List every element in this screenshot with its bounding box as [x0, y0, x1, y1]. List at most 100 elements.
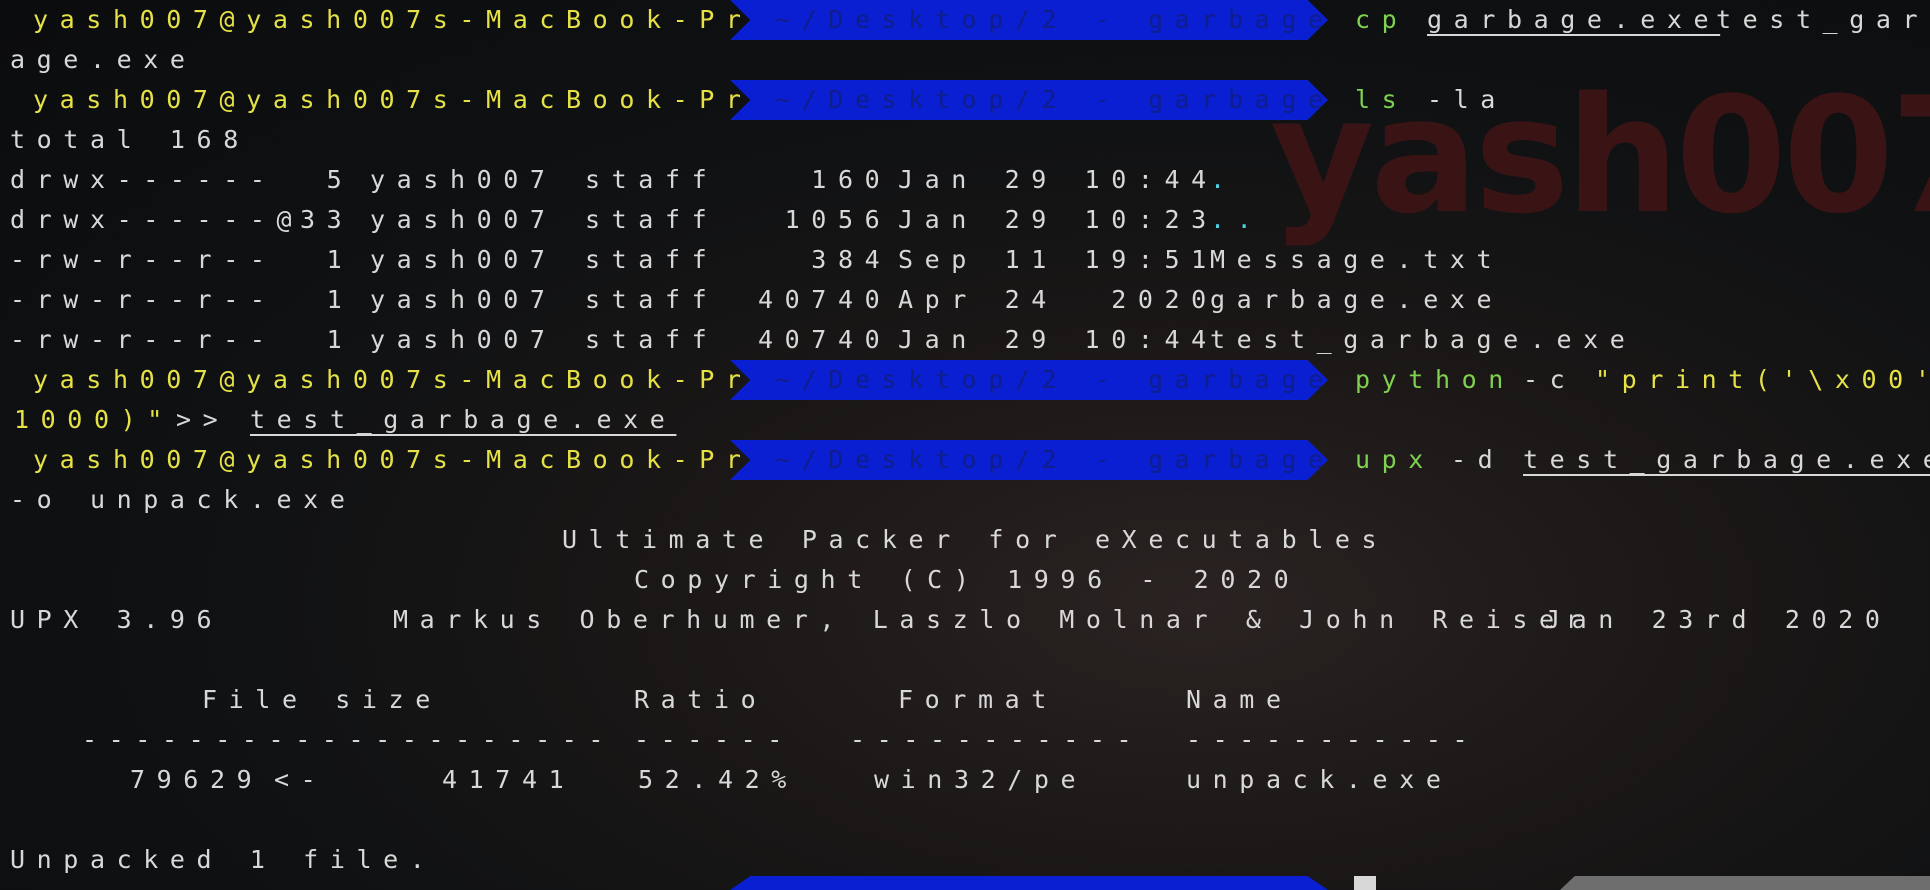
ls-links: 1	[300, 285, 354, 314]
ls-name: Message.txt	[1210, 245, 1504, 274]
ls-perm: drwx------@	[10, 205, 304, 234]
upx-authors: Markus Oberhumer, Laszlo Molnar & John R…	[393, 605, 1593, 634]
ls-size: 384	[758, 245, 892, 274]
col-ratio: Ratio	[634, 685, 768, 714]
output-line: Unpacked 1 file.	[0, 840, 1930, 880]
prompt-path-segment: ~/Desktop/2 - garbage	[730, 0, 1328, 40]
ls-group: staff	[585, 325, 719, 354]
upx-title: Ultimate Packer for eXecutables	[562, 525, 1389, 554]
command-name: cp	[1355, 5, 1409, 34]
wrapped-text: age.exe	[10, 45, 197, 74]
prompt-host: yash007@yash007s-MacBook-Pro	[33, 445, 780, 474]
upx-table-rule: -------------------- ------ ----------- …	[0, 720, 1930, 760]
col-name: Name	[1186, 685, 1293, 714]
upx-table-row: 79629 <- 41741 52.42% win32/pe unpack.ex…	[0, 760, 1930, 800]
ls-user: yash007	[370, 165, 557, 194]
command-string: "print('\x00'*	[1595, 365, 1930, 394]
prompt-path-segment: ~/Desktop/2 - garbage	[730, 360, 1328, 400]
ls-date: Sep 11 19:51	[898, 245, 1218, 274]
ls-date: Jan 29 10:44	[898, 325, 1218, 354]
output-line: Ultimate Packer for eXecutables	[0, 520, 1930, 560]
prompt-line: yash007@yash007s-MacBook-Pro ~/Desktop/2…	[0, 80, 1930, 120]
prompt-path-segment: ~/Desktop/2 - garbage	[730, 440, 1328, 480]
redirect-operator: >>	[176, 405, 230, 434]
output-line: UPX 3.96 Markus Oberhumer, Laszlo Molnar…	[0, 600, 1930, 640]
arrow: <-	[274, 765, 328, 794]
ls-size: 160	[758, 165, 892, 194]
ls-group: staff	[585, 285, 719, 314]
prompt-line: yash007@yash007s-MacBook-Pro ~/Desktop/2…	[0, 440, 1930, 480]
upx-version: UPX 3.96	[10, 605, 224, 634]
ls-user: yash007	[370, 285, 557, 314]
ls-perm: -rw-r--r--	[10, 245, 304, 274]
command-arg-file: test_garbage.exe	[1523, 445, 1930, 474]
ls-size: 40740	[758, 325, 892, 354]
ls-size: 1056	[758, 205, 892, 234]
ls-row: -rw-r--r-- 1 yash007 staff 384 Sep 11 19…	[0, 240, 1930, 280]
ls-row: -rw-r--r-- 1 yash007 staff 40740 Apr 24 …	[0, 280, 1930, 320]
rule-ratio: ------	[634, 725, 794, 754]
ls-group: staff	[585, 245, 719, 274]
prompt-path: ~/Desktop/2 - garbage	[775, 445, 1335, 474]
ls-row: drwx------ 5 yash007 staff 160 Jan 29 10…	[0, 160, 1930, 200]
prompt-path: ~/Desktop/2 - garbage	[775, 85, 1335, 114]
upx-table-header: File size Ratio Format Name	[0, 680, 1930, 720]
prompt-path: ~/Desktop/2 - garbage	[775, 5, 1335, 34]
ratio-value: 52.42%	[638, 765, 798, 794]
command-args: -c	[1523, 365, 1577, 394]
ls-name: test_garbage.exe	[1210, 325, 1637, 354]
right-prompt-status	[1560, 876, 1930, 890]
prompt-line: yash007@yash007s-MacBook-Pro ~/Desktop/2…	[0, 360, 1930, 400]
ls-links: 1	[300, 325, 354, 354]
ls-group: staff	[585, 205, 719, 234]
upx-copyright: Copyright (C) 1996 - 2020	[634, 565, 1301, 594]
terminal-window[interactable]: yash007 yash007@yash007s-MacBook-Pro ~/D…	[0, 0, 1930, 890]
upx-date: Jan 23rd 2020	[1545, 605, 1892, 634]
ls-perm: -rw-r--r--	[10, 285, 304, 314]
rule-format: -----------	[850, 725, 1144, 754]
rule-name: -----------	[1186, 725, 1480, 754]
ls-links: 1	[300, 245, 354, 274]
command-arg: test_garb	[1716, 5, 1930, 34]
ls-date: Jan 29 10:44	[898, 165, 1218, 194]
ls-links: 5	[300, 165, 354, 194]
ls-name: garbage.exe	[1210, 285, 1504, 314]
name-value: unpack.exe	[1186, 765, 1453, 794]
ls-name: ..	[1210, 205, 1264, 234]
prompt-host: yash007@yash007s-MacBook-Pro	[33, 5, 780, 34]
output-line: age.exe	[0, 40, 1930, 80]
next-prompt-host	[0, 876, 730, 890]
next-prompt-path-segment	[730, 876, 1328, 890]
ls-date: Apr 24 2020	[898, 285, 1218, 314]
command-arg-file: test_garbage.exe	[250, 405, 677, 434]
ls-perm: drwx------	[10, 165, 304, 194]
ls-row: drwx------@ 33 yash007 staff 1056 Jan 29…	[0, 200, 1930, 240]
ls-user: yash007	[370, 245, 557, 274]
ls-total: total 168	[10, 125, 250, 154]
command-name: upx	[1355, 445, 1435, 474]
command-string: 1000)"	[14, 405, 174, 434]
prompt-host: yash007@yash007s-MacBook-Pro	[33, 85, 780, 114]
output-line: 1000)" >> test_garbage.exe	[0, 400, 1930, 440]
prompt-host: yash007@yash007s-MacBook-Pro	[33, 365, 780, 394]
command-args: -d	[1451, 445, 1505, 474]
format-value: win32/pe	[874, 765, 1088, 794]
ls-name: .	[1210, 165, 1237, 194]
ls-group: staff	[585, 165, 719, 194]
output-line: -o unpack.exe	[0, 480, 1930, 520]
text-cursor	[1354, 876, 1376, 890]
packed-size: 41741	[442, 765, 576, 794]
command-continuation: -o unpack.exe	[10, 485, 357, 514]
rule-file-size: --------------------	[82, 725, 616, 754]
output-line: Copyright (C) 1996 - 2020	[0, 560, 1930, 600]
command-args: -la	[1427, 85, 1507, 114]
ls-links: 33	[300, 205, 354, 234]
command-name: python	[1355, 365, 1515, 394]
output-line: total 168	[0, 120, 1930, 160]
ls-user: yash007	[370, 205, 557, 234]
command-arg-file: garbage.exe	[1427, 5, 1721, 34]
ls-date: Jan 29 10:23	[898, 205, 1218, 234]
col-format: Format	[898, 685, 1058, 714]
prompt-line: yash007@yash007s-MacBook-Pro ~/Desktop/2…	[0, 0, 1930, 40]
upx-summary: Unpacked 1 file.	[10, 845, 437, 874]
